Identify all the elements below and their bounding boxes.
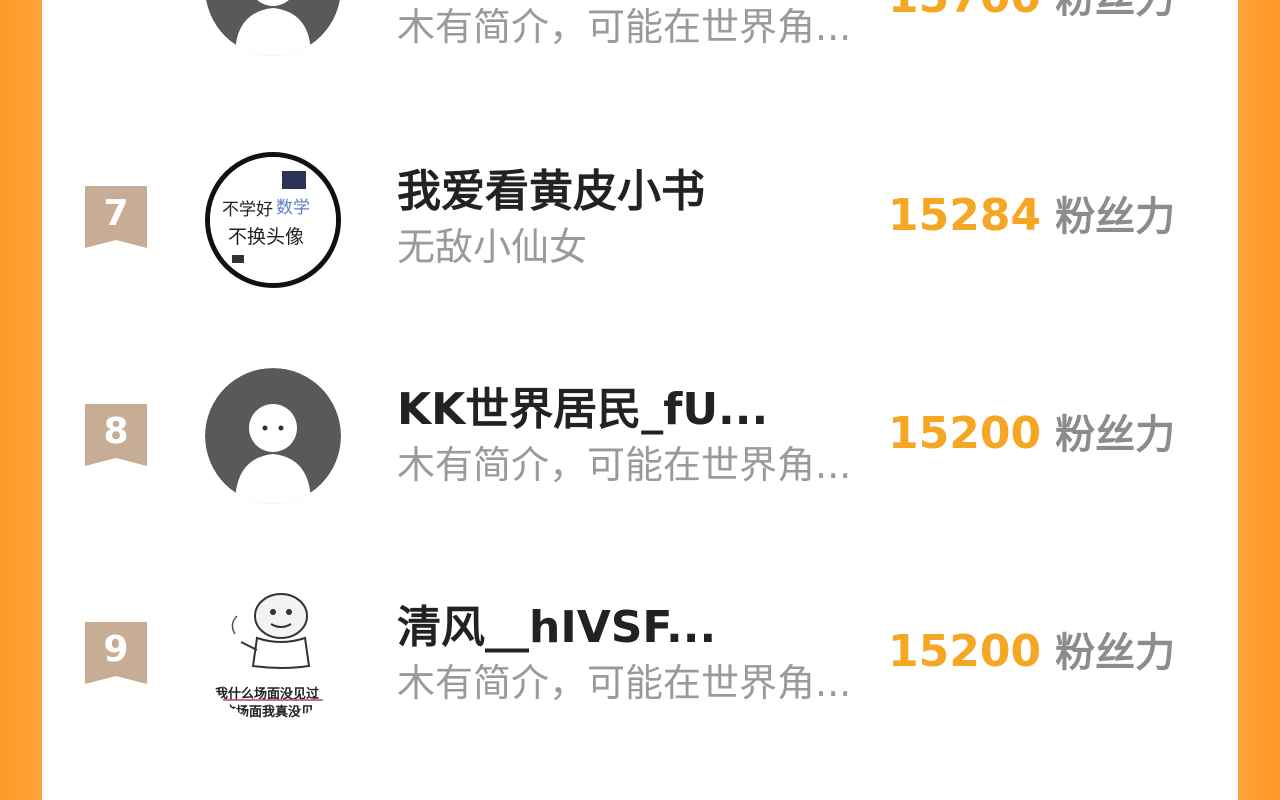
fans-label: 粉丝力 (1055, 630, 1176, 676)
list-item[interactable]: 6 木有简介，可能在世界角... 15700粉丝力 (42, 0, 1238, 82)
rank-badge: 9 (85, 622, 147, 684)
meme-avatar-icon: 我什么场面没见过 这场面我真没见 (205, 586, 341, 722)
rank-number: 7 (103, 193, 129, 234)
list-item[interactable]: 9 我什么场面没见过 这场面我真没见 清风__hIVSF... 木有简介，可能在… (42, 556, 1238, 736)
user-name[interactable]: 清风__hIVSF... (397, 602, 716, 654)
fans-score: 15200 粉丝力 (888, 626, 1175, 687)
avatar[interactable] (205, 368, 341, 504)
avatar-handwriting-line2: 不换头像 (228, 226, 304, 248)
fans-ranking-list: 6 木有简介，可能在世界角... 15700粉丝力 7 (42, 0, 1238, 800)
fans-score: 15284 粉丝力 (888, 190, 1175, 251)
fans-count: 15200 (888, 408, 1042, 459)
fans-score: 15700 粉丝力 (888, 0, 1175, 33)
default-user-avatar-icon (206, 0, 340, 56)
user-bio: 木有简介，可能在世界角... (397, 443, 852, 487)
user-name[interactable]: 我爱看黄皮小书 (397, 166, 705, 218)
rank-number: 9 (103, 629, 129, 670)
fans-score: 15200 粉丝力 (888, 408, 1175, 469)
rank-number: 8 (103, 411, 129, 452)
user-bio: 木有简介，可能在世界角... (397, 661, 852, 705)
fans-count: 15200 (888, 626, 1042, 677)
default-user-avatar-icon (205, 368, 341, 504)
avatar[interactable] (205, 0, 341, 56)
avatar[interactable]: 不学好 数学 不换头像 (205, 152, 341, 288)
meme-caption-line2: 这场面我真没见 (223, 704, 314, 720)
avatar-handwriting-line1: 不学好 (222, 200, 273, 220)
fans-label: 粉丝力 (1055, 412, 1176, 458)
fans-label: 粉丝力 (1055, 194, 1176, 240)
rank-badge: 8 (85, 404, 147, 466)
fans-count: 15700 (888, 0, 1041, 23)
list-item[interactable]: 7 不学好 数学 不换头像 我爱看黄皮小书 无敌小仙女 15284 粉丝力 (42, 120, 1238, 300)
user-bio: 木有简介，可能在世界角... (397, 5, 852, 49)
handwriting-avatar-icon: 不学好 数学 不换头像 (210, 157, 336, 283)
user-name[interactable]: KK世界居民_fU... (397, 384, 768, 436)
fans-label: 粉丝力 (1055, 0, 1175, 22)
avatar[interactable]: 我什么场面没见过 这场面我真没见 (205, 586, 341, 722)
rank-badge: 7 (85, 186, 147, 248)
avatar-handwriting-line1b: 数学 (276, 198, 310, 218)
fans-count: 15284 (888, 190, 1042, 241)
user-bio: 无敌小仙女 (397, 225, 588, 269)
list-item[interactable]: 8 KK世界居民_fU... 木有简介，可能在世界角... 15200 粉丝力 (42, 338, 1238, 518)
